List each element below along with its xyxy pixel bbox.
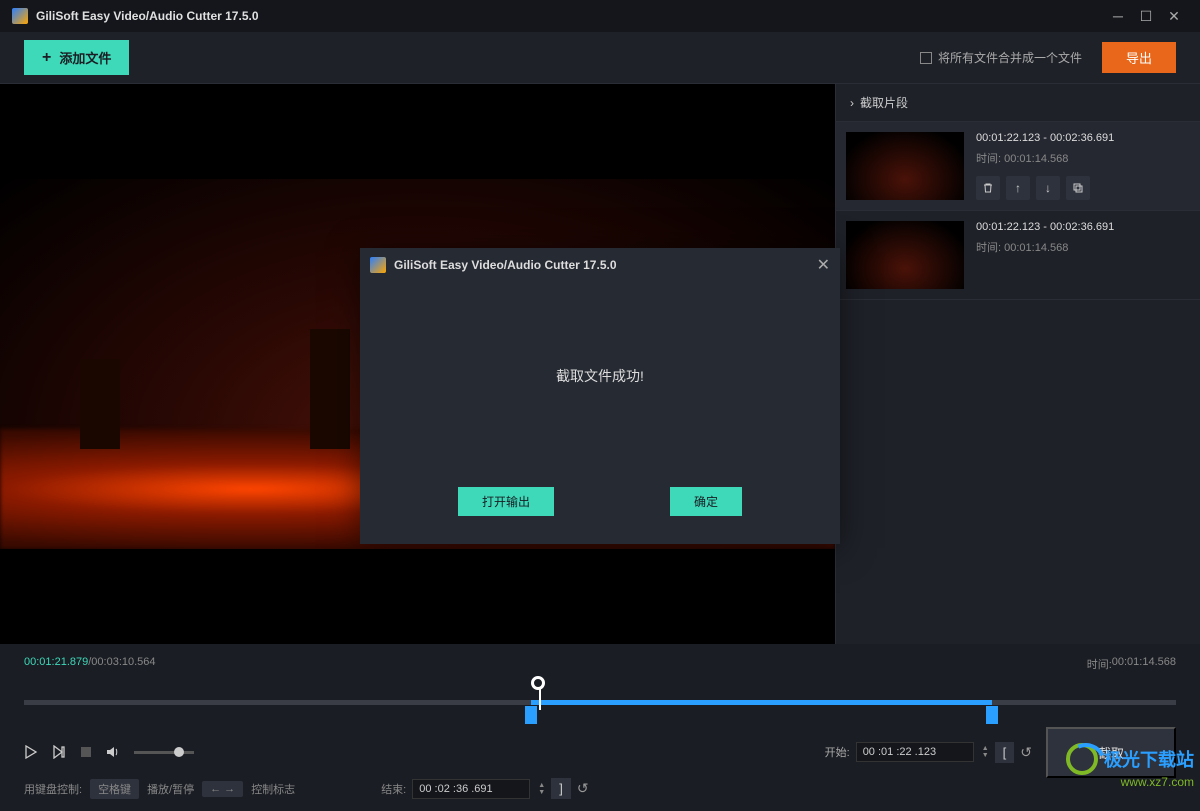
current-time: 00:01:21.879 (24, 656, 88, 672)
end-handle[interactable] (986, 706, 998, 724)
app-title: GiliSoft Easy Video/Audio Cutter 17.5.0 (36, 9, 1104, 23)
add-file-button[interactable]: + 添加文件 (24, 40, 129, 75)
checkbox-icon (920, 52, 932, 64)
timeline-track[interactable] (24, 684, 1176, 724)
step-button[interactable] (52, 745, 66, 759)
segment-range: 00:01:22.123 - 00:02:36.691 (976, 132, 1190, 144)
end-bracket-button[interactable]: ] (551, 778, 571, 799)
segments-title: 截取片段 (860, 94, 908, 111)
help-playpause: 播放/暂停 (147, 781, 194, 797)
watermark-text: 极光下载站 (1104, 746, 1194, 772)
segments-panel: › 截取片段 00:01:22.123 - 00:02:36.691 时间: 0… (835, 84, 1200, 644)
move-up-button[interactable]: ↑ (1006, 176, 1030, 200)
segment-item[interactable]: 00:01:22.123 - 00:02:36.691 时间: 00:01:14… (836, 211, 1200, 300)
duration-value: 00:01:14.568 (1112, 656, 1176, 672)
timeline-area: 00:01:21.879 / 00:03:10.564 时间:00:01:14.… (0, 644, 1200, 811)
start-handle[interactable] (525, 706, 537, 724)
delete-segment-button[interactable] (976, 176, 1000, 200)
app-icon (12, 8, 28, 24)
help-prefix: 用键盘控制: (24, 781, 82, 797)
volume-knob[interactable] (174, 747, 184, 757)
move-down-button[interactable]: ↓ (1036, 176, 1060, 200)
start-time-input[interactable] (856, 742, 974, 762)
segment-thumbnail (846, 221, 964, 289)
end-time-input[interactable] (412, 779, 530, 799)
toolbar: + 添加文件 将所有文件合并成一个文件 导出 (0, 32, 1200, 84)
duplicate-button[interactable] (1066, 176, 1090, 200)
key-arrows: ← → (202, 781, 243, 797)
chevron-right-icon: › (850, 96, 854, 110)
dialog-title: GiliSoft Easy Video/Audio Cutter 17.5.0 (394, 258, 817, 272)
end-spinner[interactable]: ▲▼ (538, 782, 545, 796)
segment-duration: 时间: 00:01:14.568 (976, 150, 1190, 166)
dialog-titlebar: GiliSoft Easy Video/Audio Cutter 17.5.0 … (360, 248, 840, 282)
open-output-button[interactable]: 打开输出 (458, 487, 554, 516)
start-reset-button[interactable]: ↺ (1020, 744, 1032, 761)
key-space: 空格键 (90, 779, 139, 799)
start-spinner[interactable]: ▲▼ (982, 745, 989, 759)
maximize-button[interactable]: ☐ (1132, 2, 1160, 30)
playhead[interactable] (531, 676, 545, 690)
volume-icon[interactable] (106, 745, 120, 759)
titlebar: GiliSoft Easy Video/Audio Cutter 17.5.0 … (0, 0, 1200, 32)
segments-header[interactable]: › 截取片段 (836, 84, 1200, 122)
end-reset-button[interactable]: ↺ (577, 780, 589, 797)
watermark: 极光下载站 www.xz7.com (1066, 743, 1194, 789)
ok-button[interactable]: 确定 (670, 487, 742, 516)
plus-icon: + (42, 49, 51, 67)
segment-range: 00:01:22.123 - 00:02:36.691 (976, 221, 1190, 233)
merge-checkbox-group[interactable]: 将所有文件合并成一个文件 (920, 49, 1082, 66)
minimize-button[interactable]: ─ (1104, 2, 1132, 30)
stop-button[interactable] (80, 746, 92, 758)
track-range (531, 700, 992, 705)
success-dialog: GiliSoft Easy Video/Audio Cutter 17.5.0 … (360, 248, 840, 544)
play-button[interactable] (24, 745, 38, 759)
dialog-close-button[interactable]: ✕ (817, 255, 830, 275)
segment-thumbnail (846, 132, 964, 200)
add-file-label: 添加文件 (59, 48, 111, 67)
segment-item[interactable]: 00:01:22.123 - 00:02:36.691 时间: 00:01:14… (836, 122, 1200, 211)
start-bracket-button[interactable]: [ (995, 742, 1015, 763)
total-time: 00:03:10.564 (91, 656, 155, 672)
segment-duration: 时间: 00:01:14.568 (976, 239, 1190, 255)
start-label: 开始: (825, 744, 850, 760)
dialog-message: 截取文件成功! (360, 282, 840, 469)
dialog-app-icon (370, 257, 386, 273)
end-label: 结束: (381, 781, 406, 797)
volume-slider[interactable] (134, 751, 194, 754)
export-button[interactable]: 导出 (1102, 42, 1176, 73)
help-marks: 控制标志 (251, 781, 295, 797)
merge-label: 将所有文件合并成一个文件 (938, 49, 1082, 66)
close-button[interactable]: ✕ (1160, 2, 1188, 30)
duration-label: 时间: (1087, 656, 1112, 672)
watermark-logo-icon (1066, 743, 1098, 775)
